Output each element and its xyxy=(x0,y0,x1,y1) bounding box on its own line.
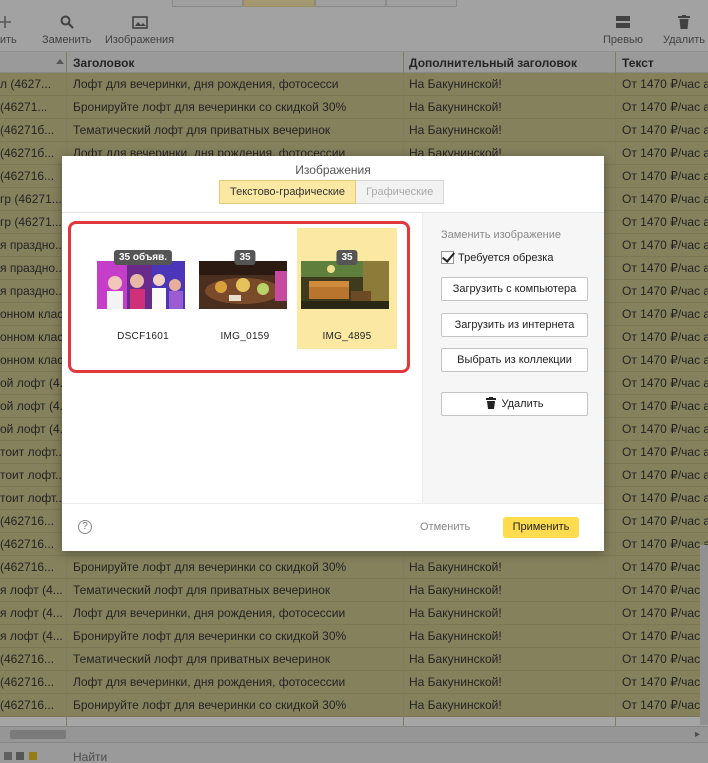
image-tile[interactable]: 35 объяв. DSCF1601 xyxy=(93,228,193,349)
image-tile-selected[interactable]: 35 IMG_4895 xyxy=(297,228,397,349)
crop-required-label: Требуется обрезка xyxy=(458,251,554,264)
image-name: DSCF1601 xyxy=(117,331,169,342)
crop-required-checkbox[interactable]: Требуется обрезка xyxy=(441,251,553,264)
image-gallery: 35 объяв. DSCF1601 35 IMG_0159 35 IMG_48… xyxy=(68,221,410,373)
usage-badge: 35 xyxy=(234,250,256,265)
image-type-switch: Текстово-графические Графические xyxy=(219,180,445,204)
checkbox-checked-icon[interactable] xyxy=(441,251,454,264)
image-name: IMG_0159 xyxy=(220,331,270,342)
tab-graphic[interactable]: Графические xyxy=(356,180,445,204)
usage-badge: 35 объяв. xyxy=(113,250,173,265)
apply-button[interactable]: Применить xyxy=(503,517,579,538)
upload-from-computer-button[interactable]: Загрузить с компьютера xyxy=(441,277,588,301)
usage-badge: 35 xyxy=(336,250,358,265)
image-name: IMG_4895 xyxy=(322,331,372,342)
image-tile[interactable]: 35 IMG_0159 xyxy=(195,228,295,349)
tab-text-graphic[interactable]: Текстово-графические xyxy=(219,180,357,204)
replace-image-panel: Заменить изображение Требуется обрезка З… xyxy=(422,213,604,503)
dialog-footer: ? Отменить Применить xyxy=(62,503,604,551)
help-icon[interactable]: ? xyxy=(78,520,92,534)
cancel-button[interactable]: Отменить xyxy=(420,521,470,533)
trash-icon xyxy=(485,395,496,417)
image-thumbnail xyxy=(199,261,287,309)
images-dialog: Изображения Текстово-графические Графиче… xyxy=(62,156,604,551)
image-thumbnail xyxy=(301,261,389,309)
choose-from-collection-button[interactable]: Выбрать из коллекции xyxy=(441,348,588,372)
delete-image-button[interactable]: Удалить xyxy=(441,392,588,416)
dialog-title: Изображения xyxy=(295,163,371,177)
replace-image-title: Заменить изображение xyxy=(441,229,562,241)
delete-image-label: Удалить xyxy=(501,398,544,410)
upload-from-internet-button[interactable]: Загрузить из интернета xyxy=(441,313,588,337)
image-thumbnail xyxy=(97,261,185,309)
